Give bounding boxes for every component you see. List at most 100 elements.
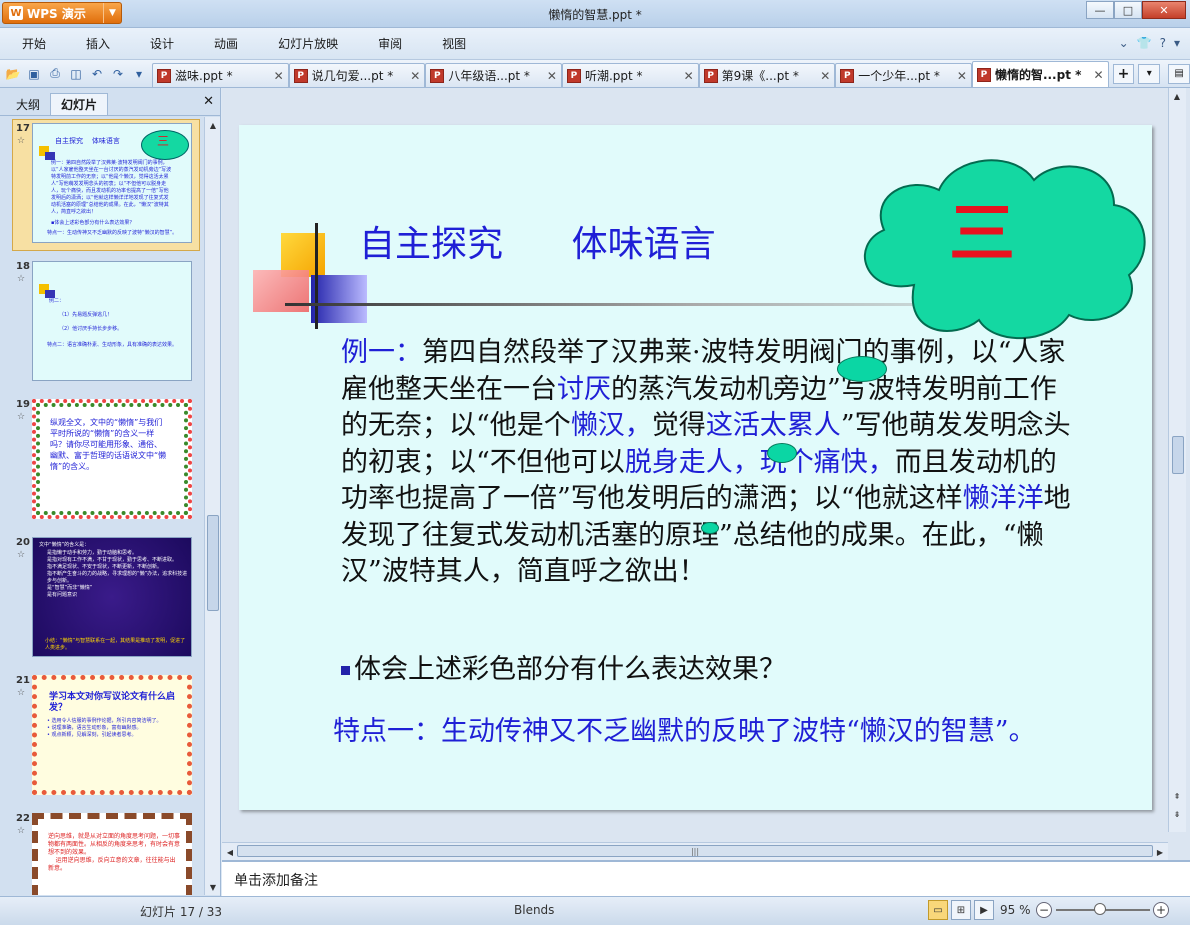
animation-star-icon: ☆ (17, 274, 26, 284)
menu-home[interactable]: 开始 (0, 28, 66, 60)
window-layout-icon[interactable]: ▤ (1168, 63, 1190, 84)
animation-star-icon: ☆ (17, 688, 26, 698)
undo-icon[interactable]: ↶ (88, 65, 106, 83)
scroll-left-icon[interactable]: ◀ (222, 844, 238, 860)
example-paragraph[interactable]: 例一：第四自然段举了汉弗莱·波特发明阀门的事例，以“人家雇他整天坐在一台讨厌的蒸… (341, 335, 1071, 591)
editor-vertical-scrollbar[interactable]: ▲ ⇞ ⇟ (1168, 88, 1186, 832)
slide-thumbnail[interactable]: 学习本文对你写议论文有什么启发？ • 选用令人信服的事例作论据，所引内容简洁明了… (32, 675, 192, 795)
slide-canvas[interactable]: 自主探究 体味语言 三 例一：第四自然段举了汉弗莱·波特发明阀门的事例，以“人家… (239, 125, 1152, 810)
normal-view-icon[interactable]: ▭ (928, 900, 948, 920)
ppt-file-icon: P (976, 67, 991, 82)
skin-icon[interactable]: 👕 (1137, 36, 1152, 50)
slide-thumbnail[interactable]: 纵观全文，文中的“懒惰”与我们平时所说的“懒惰”的含义一样吗？请你尽可能用形象、… (32, 399, 192, 519)
collapse-ribbon-icon[interactable]: ⌄ (1119, 36, 1129, 50)
scrollbar-thumb[interactable]: ||| (237, 845, 1153, 857)
para-seg: 这活太累人 (705, 410, 841, 441)
ppt-file-icon: P (157, 68, 171, 83)
slide-thumbnail[interactable]: 例二： （1）先易题反弹逃几！ （2）他讨厌手持长步步移。 特点二：语言准确朴素… (32, 261, 192, 381)
open-folder-icon[interactable]: 📂 (4, 65, 22, 83)
thumbnail-scrollbar[interactable]: ▲ ▼ (204, 117, 220, 895)
window-title: 懒惰的智慧.ppt * (548, 8, 642, 22)
close-panel-icon[interactable]: ✕ (203, 94, 214, 109)
print-icon[interactable]: ⎙ (46, 65, 64, 83)
slideshow-icon[interactable]: ▶ (974, 900, 994, 920)
slide-editor: 自主探究 体味语言 三 例一：第四自然段举了汉弗莱·波特发明阀门的事例，以“人家… (222, 88, 1190, 860)
doc-tab[interactable]: P 八年级语...pt * ✕ (425, 63, 562, 87)
next-slide-icon[interactable]: ⇟ (1169, 806, 1185, 822)
green-oval-shape[interactable] (701, 522, 719, 534)
tab-close-icon[interactable]: ✕ (274, 69, 284, 83)
menu-review[interactable]: 审阅 (358, 28, 422, 60)
green-oval-shape[interactable] (837, 356, 887, 382)
tab-label: 听潮.ppt * (584, 69, 643, 83)
ppt-file-icon: P (703, 68, 718, 83)
redo-icon[interactable]: ↷ (109, 65, 127, 83)
tab-close-icon[interactable]: ✕ (1094, 68, 1104, 82)
zoom-level[interactable]: 95 % (1000, 903, 1031, 917)
title-bar: W WPS 演示 ▼ 懒惰的智慧.ppt * — □ ✕ (0, 0, 1190, 28)
doc-tab[interactable]: P 一个少年...pt * ✕ (835, 63, 972, 87)
doc-tab[interactable]: P 听潮.ppt * ✕ (561, 63, 699, 87)
zoom-out-icon[interactable]: − (1036, 902, 1052, 918)
doc-tab[interactable]: P 滋味.ppt * ✕ (152, 63, 289, 87)
slide-thumbnail[interactable]: 自主探究 体味语言 三 例一：第四自然段举了汉弗莱·波特发明阀门的事例，以“人家… (32, 123, 192, 243)
tab-close-icon[interactable]: ✕ (684, 69, 694, 83)
scroll-down-icon[interactable]: ▼ (205, 879, 221, 895)
slide-number: 17 (16, 123, 30, 134)
slide-thumbnail[interactable]: 逆向思维，就是从对立面的角度思考问题，一切事物都有两面性。从相反的角度来思考，有… (32, 813, 192, 895)
thumb-line: （1）先易题反弹逃几！ (59, 312, 113, 318)
tab-close-icon[interactable]: ✕ (957, 69, 967, 83)
help-icon[interactable]: ? (1160, 36, 1166, 50)
slide-title[interactable]: 自主探究 体味语言 (359, 215, 716, 267)
zoom-slider-handle[interactable] (1094, 903, 1106, 915)
print-preview-icon[interactable]: ◫ (67, 65, 85, 83)
tab-outline[interactable]: 大纲 (6, 93, 50, 115)
scroll-right-icon[interactable]: ▶ (1152, 844, 1168, 860)
customize-toolbar-icon[interactable]: ▾ (130, 65, 148, 83)
para-seg: 讨厌 (557, 373, 611, 405)
green-oval-shape[interactable] (767, 443, 797, 463)
tab-slides[interactable]: 幻灯片 (50, 93, 109, 115)
doc-tab[interactable]: P 第9课《...pt * ✕ (698, 63, 836, 87)
close-button[interactable]: ✕ (1142, 1, 1186, 19)
para-seg: 懒洋洋 (962, 483, 1044, 514)
tab-close-icon[interactable]: ✕ (410, 69, 420, 83)
ppt-file-icon: P (293, 68, 308, 83)
thumbnail-list: 17 ☆ 自主探究 体味语言 三 例一：第四自然段举了汉弗莱·波特发明阀门的事例… (0, 117, 204, 895)
editor-horizontal-scrollbar[interactable]: ◀ ||| ▶ (222, 842, 1168, 860)
scroll-up-icon[interactable]: ▲ (1169, 88, 1185, 104)
menu-view[interactable]: 视图 (422, 28, 486, 60)
question-line[interactable]: 体会上述彩色部分有什么表达效果？ (341, 647, 786, 686)
scroll-up-icon[interactable]: ▲ (205, 117, 221, 133)
scrollbar-thumb[interactable] (207, 515, 219, 611)
notes-pane[interactable]: 单击添加备注 (222, 860, 1190, 896)
slide-number: 18 (16, 261, 30, 272)
thumb-body: 纵观全文，文中的“懒惰”与我们平时所说的“懒惰”的含义一样吗？请你尽可能用形象、… (50, 418, 167, 471)
maximize-button[interactable]: □ (1114, 1, 1142, 19)
tab-label: 第9课《...pt * (721, 69, 799, 83)
menu-animation[interactable]: 动画 (194, 28, 258, 60)
doc-tab[interactable]: P 说几句爱...pt * ✕ (288, 63, 426, 87)
thumb-body: • 选用令人信服的事例作论据，所引内容简洁明了。 • 说理准确，语言生动形象，富… (47, 718, 162, 738)
slide-sorter-icon[interactable]: ⊞ (951, 900, 971, 920)
help-dropdown-icon[interactable]: ▾ (1174, 36, 1180, 50)
thumb-title: 文中“懒惰”的含义是： (39, 542, 90, 548)
tab-close-icon[interactable]: ✕ (547, 69, 557, 83)
slide-number: 20 (16, 537, 30, 548)
save-icon[interactable]: ▣ (25, 65, 43, 83)
menu-design[interactable]: 设计 (130, 28, 194, 60)
slide-thumbnail[interactable]: 文中“懒惰”的含义是： 是指懒于动手和劳力，勤于动脑和思考。 是指对现有工作不满… (32, 537, 192, 657)
minimize-button[interactable]: — (1086, 1, 1114, 19)
menu-right-tools: ⌄ 👕 ? ▾ (1119, 36, 1180, 50)
feature-line[interactable]: 特点一：生动传神又不乏幽默的反映了波特“懒汉的智慧”。 (333, 709, 1036, 748)
doc-tab-active[interactable]: P 懒惰的智...pt * ✕ (971, 61, 1109, 87)
tab-close-icon[interactable]: ✕ (820, 69, 830, 83)
prev-slide-icon[interactable]: ⇞ (1169, 788, 1185, 804)
new-tab-button[interactable]: + (1112, 63, 1135, 84)
menu-slideshow[interactable]: 幻灯片放映 (258, 28, 358, 60)
status-bar: 幻灯片 17 / 33 Blends ▭ ⊞ ▶ 95 % − + (0, 896, 1190, 925)
tab-list-icon[interactable]: ▾ (1138, 63, 1161, 84)
scrollbar-thumb[interactable] (1172, 436, 1184, 474)
zoom-in-icon[interactable]: + (1153, 902, 1169, 918)
menu-insert[interactable]: 插入 (66, 28, 130, 60)
